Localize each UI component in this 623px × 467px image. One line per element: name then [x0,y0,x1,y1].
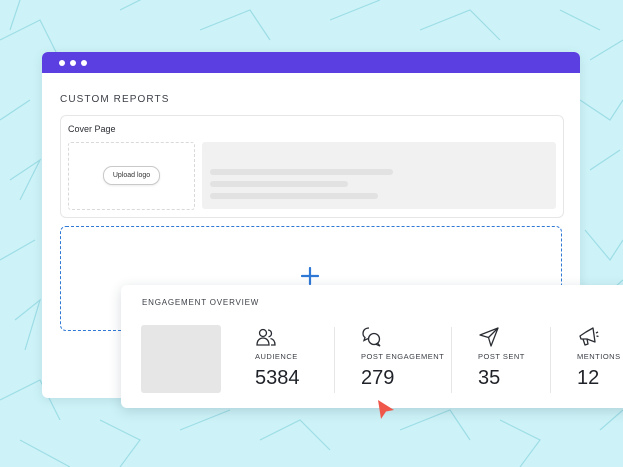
metric-divider [550,327,551,393]
engagement-title: ENGAGEMENT OVERVIEW [142,298,260,307]
metric-label: POST SENT [478,352,525,361]
metric-divider [451,327,452,393]
page-title: CUSTOM REPORTS [60,94,170,105]
skeleton-line [210,193,378,199]
window-control-dot[interactable] [59,60,65,66]
cover-page-title: Cover Page [68,124,116,134]
cover-preview-placeholder [202,142,556,209]
metric-label: AUDIENCE [255,352,298,361]
logo-drop-area[interactable]: Upload logo [68,142,195,210]
send-icon [479,327,499,347]
cover-page-card: Cover Page Upload logo [60,115,564,218]
plus-icon[interactable] [301,267,319,285]
pointer-cursor-icon [378,400,394,419]
megaphone-icon [579,327,599,346]
metric-label: MENTIONS [577,352,621,361]
engagement-overview-card: ENGAGEMENT OVERVIEW AUDIENCE 5384 POST E… [121,285,623,408]
skeleton-line [210,169,393,175]
metric-divider [334,327,335,393]
window-control-dot[interactable] [81,60,87,66]
metric-value: 279 [361,367,395,389]
metric-value: 12 [577,367,600,389]
skeleton-line [210,181,348,187]
people-icon [256,328,276,346]
metric-value: 35 [478,367,501,389]
upload-logo-button[interactable]: Upload logo [103,166,160,185]
window-titlebar [42,52,580,73]
metric-label: POST ENGAGEMENT [361,352,445,361]
engagement-thumbnail [141,325,221,393]
chat-bubbles-icon [362,327,381,347]
window-control-dot[interactable] [70,60,76,66]
metric-value: 5384 [255,367,300,389]
